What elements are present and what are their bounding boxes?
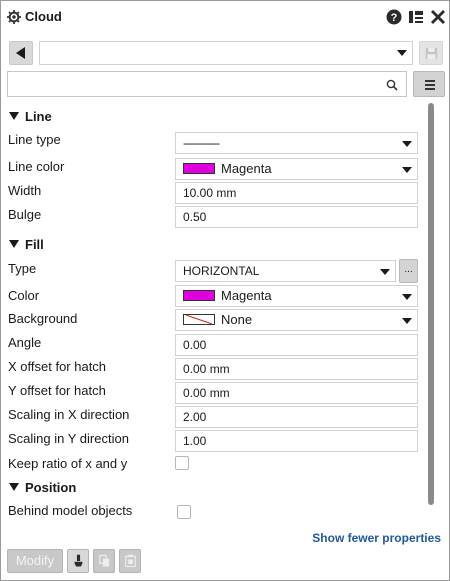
keep-ratio-label: Keep ratio of x and y <box>8 456 128 471</box>
paste-icon <box>125 554 136 568</box>
fill-type-dropdown[interactable]: HORIZONTAL <box>175 260 396 282</box>
paste-button[interactable] <box>119 549 141 573</box>
scale-y-input[interactable]: 1.00 <box>175 430 418 452</box>
fill-color-label: Color <box>8 288 40 303</box>
bulge-label: Bulge <box>8 207 42 222</box>
layout-icon[interactable] <box>408 9 424 25</box>
x-offset-input[interactable]: 0.00 mm <box>175 358 418 380</box>
line-type-value: ------------ <box>183 136 220 150</box>
background-label: Background <box>8 311 78 326</box>
y-offset-label: Y offset for hatch <box>8 383 106 398</box>
line-type-label: Line type <box>8 132 61 147</box>
y-offset-input[interactable]: 0.00 mm <box>175 382 418 404</box>
preset-dropdown[interactable] <box>39 41 413 65</box>
line-type-dropdown[interactable]: ------------ <box>175 132 418 154</box>
collapse-triangle-icon <box>9 240 19 248</box>
section-line[interactable]: Line <box>9 109 52 124</box>
angle-label: Angle <box>8 335 42 350</box>
line-color-label: Line color <box>8 159 65 174</box>
no-color-swatch-icon <box>183 314 215 325</box>
search-icon <box>386 79 398 91</box>
background-value: None <box>221 312 253 327</box>
keep-ratio-checkbox[interactable] <box>175 456 189 470</box>
back-button[interactable] <box>9 41 33 65</box>
section-fill[interactable]: Fill <box>9 237 44 252</box>
fill-type-more-button[interactable]: ... <box>399 259 418 283</box>
gear-icon <box>7 10 21 24</box>
behind-model-label: Behind model objects <box>8 503 133 518</box>
angle-input[interactable]: 0.00 <box>175 334 418 356</box>
width-label: Width <box>8 183 42 198</box>
collapse-triangle-icon <box>9 112 19 120</box>
search-input[interactable] <box>7 71 407 97</box>
menu-icon <box>425 80 435 82</box>
color-swatch <box>183 290 215 301</box>
modify-button[interactable]: Modify <box>7 549 63 573</box>
copy-icon <box>99 554 110 567</box>
match-properties-button[interactable] <box>67 549 89 573</box>
width-input[interactable]: 10.00 mm <box>175 182 418 204</box>
show-fewer-link[interactable]: Show fewer properties <box>312 531 441 545</box>
fill-type-value: HORIZONTAL <box>183 264 260 278</box>
close-icon[interactable] <box>430 9 446 25</box>
collapse-triangle-icon <box>9 483 19 491</box>
bulge-input[interactable]: 0.50 <box>175 206 418 228</box>
save-icon <box>425 47 438 60</box>
title-bar: Cloud ? <box>1 1 449 33</box>
section-position[interactable]: Position <box>9 480 76 495</box>
window-title: Cloud <box>25 9 62 24</box>
fill-color-dropdown[interactable]: Magenta <box>175 285 418 307</box>
fill-color-value: Magenta <box>221 288 272 303</box>
color-swatch <box>183 163 215 174</box>
svg-text:?: ? <box>391 12 398 24</box>
scrollbar-thumb[interactable] <box>428 103 434 505</box>
fill-type-label: Type <box>8 261 37 276</box>
line-color-value: Magenta <box>221 161 272 176</box>
scale-x-label: Scaling in X direction <box>8 407 130 422</box>
help-icon[interactable]: ? <box>386 9 402 25</box>
brush-icon <box>74 554 83 567</box>
scale-y-label: Scaling in Y direction <box>8 431 129 446</box>
scale-x-input[interactable]: 2.00 <box>175 406 418 428</box>
x-offset-label: X offset for hatch <box>8 359 107 374</box>
line-color-dropdown[interactable]: Magenta <box>175 158 418 180</box>
save-preset-button[interactable] <box>419 41 443 65</box>
background-dropdown[interactable]: None <box>175 309 418 331</box>
copy-button[interactable] <box>93 549 115 573</box>
properties-panel: Cloud ? Line Line type ------------ Line… <box>0 0 450 581</box>
behind-model-checkbox[interactable] <box>177 505 191 519</box>
menu-button[interactable] <box>413 71 445 97</box>
